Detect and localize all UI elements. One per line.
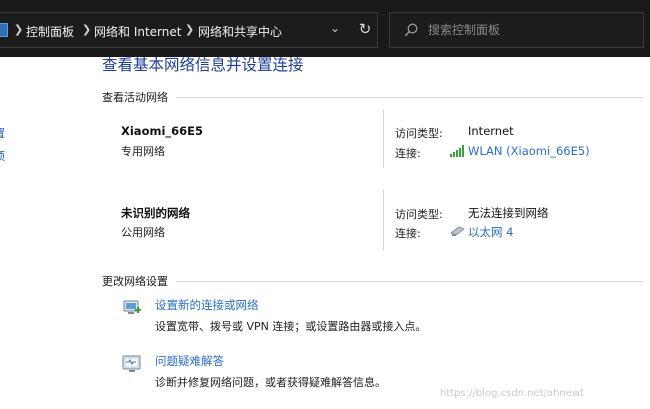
address-toolbar: ❯ 控制面板 ❯ 网络和 Internet ❯ 网络和共享中心 ⌄ ↻	[0, 0, 650, 57]
vertical-divider	[383, 110, 384, 168]
troubleshoot-description: 诊断并修复网络问题，或者获得疑难解答信息。	[155, 376, 386, 389]
change-settings-heading: 更改网络设置	[102, 275, 168, 288]
breadcrumb-separator[interactable]: ❯	[14, 23, 23, 36]
access-type-value: 无法连接到网络	[468, 206, 549, 220]
active-networks-heading: 查看活动网络	[102, 91, 168, 104]
control-panel-icon	[0, 23, 8, 37]
refresh-icon[interactable]: ↻	[355, 19, 375, 39]
setup-new-connection-link[interactable]: 设置新的连接或网络	[155, 297, 259, 313]
search-box[interactable]	[389, 12, 644, 48]
access-type-value: Internet	[468, 124, 514, 138]
troubleshoot-link[interactable]: 问题疑难解答	[155, 353, 224, 369]
breadcrumb-separator[interactable]: ❯	[82, 23, 91, 36]
new-connection-icon	[123, 300, 141, 314]
troubleshoot-icon	[122, 355, 141, 372]
connection-label: 连接:	[395, 147, 421, 160]
wifi-signal-icon	[450, 145, 464, 157]
breadcrumb-control-panel[interactable]: 控制面板	[26, 23, 74, 40]
left-nav-item-2[interactable]: 项	[0, 148, 5, 164]
chevron-down-icon[interactable]: ⌄	[327, 21, 343, 39]
wlan-connection-link[interactable]: WLAN (Xiaomi_66E5)	[468, 144, 590, 158]
section-divider	[176, 97, 644, 98]
network-name: Xiaomi_66E5	[121, 124, 204, 138]
ethernet-icon	[450, 226, 465, 236]
left-nav-item-1[interactable]: 置	[0, 125, 5, 141]
breadcrumb-network-internet[interactable]: 网络和 Internet	[94, 23, 181, 40]
page-title: 查看基本网络信息并设置连接	[102, 56, 304, 74]
vertical-divider	[383, 190, 384, 250]
network-name: 未识别的网络	[121, 206, 190, 220]
left-nav: 置 项	[0, 57, 14, 409]
network-category[interactable]: 专用网络	[121, 143, 165, 159]
ethernet-connection-link[interactable]: 以太网 4	[468, 224, 513, 240]
address-bar[interactable]: ❯ 控制面板 ❯ 网络和 Internet ❯ 网络和共享中心 ⌄ ↻	[0, 12, 378, 48]
section-divider	[176, 281, 644, 282]
search-input[interactable]	[428, 20, 628, 40]
breadcrumb-separator[interactable]: ❯	[185, 23, 194, 36]
connection-label: 连接:	[395, 227, 421, 240]
network-category[interactable]: 公用网络	[121, 224, 165, 240]
breadcrumb-network-sharing-center[interactable]: 网络和共享中心	[198, 23, 282, 40]
access-type-label: 访问类型:	[395, 127, 443, 140]
search-icon	[404, 23, 418, 37]
watermark: https://blog.csdn.net/ahnewt	[440, 388, 585, 399]
access-type-label: 访问类型:	[395, 208, 443, 221]
setup-new-connection-description: 设置宽带、拨号或 VPN 连接；或设置路由器或接入点。	[155, 320, 427, 333]
